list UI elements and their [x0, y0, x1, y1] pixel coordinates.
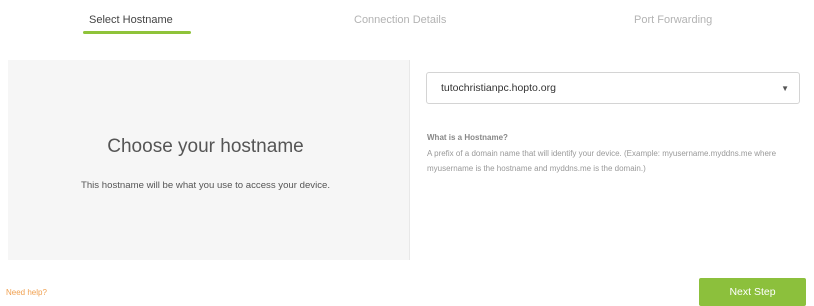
help-title: What is a Hostname?: [427, 133, 508, 142]
hostname-select[interactable]: tutochristianpc.hopto.org ▼: [426, 72, 800, 104]
help-text: A prefix of a domain name that will iden…: [427, 149, 777, 173]
tab-connection-details[interactable]: Connection Details: [354, 13, 446, 27]
caret-down-icon: ▼: [781, 84, 789, 93]
step-tabs: Select Hostname Connection Details Port …: [0, 0, 814, 42]
hostname-form: tutochristianpc.hopto.org ▼ What is a Ho…: [409, 60, 806, 260]
page-subtitle: This hostname will be what you use to ac…: [80, 180, 331, 191]
page-title: Choose your hostname: [107, 136, 304, 157]
tab-port-forwarding[interactable]: Port Forwarding: [634, 13, 712, 27]
hostname-select-value: tutochristianpc.hopto.org: [441, 82, 556, 94]
active-tab-indicator: [83, 31, 191, 34]
hostname-panel: Choose your hostname This hostname will …: [8, 60, 806, 260]
tab-select-hostname[interactable]: Select Hostname: [89, 13, 173, 27]
need-help-link[interactable]: Need help?: [6, 287, 47, 298]
